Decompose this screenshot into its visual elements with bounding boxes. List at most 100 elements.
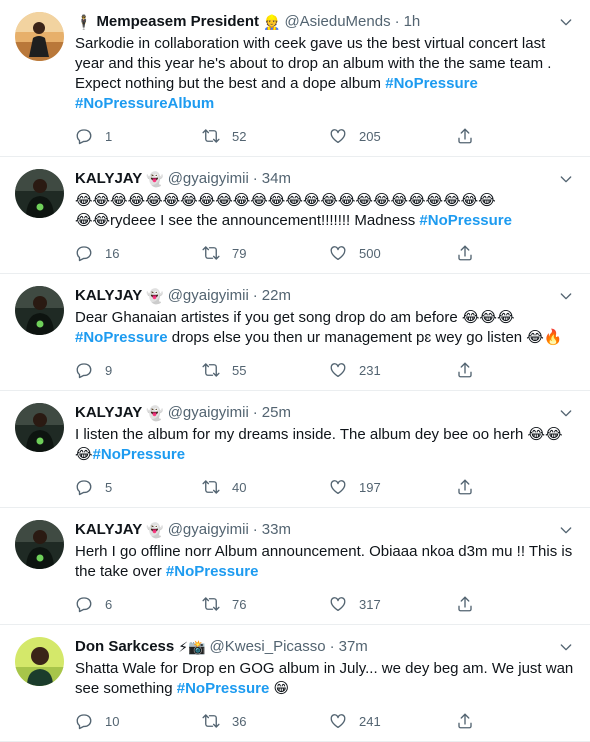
display-name[interactable]: KALYJAY xyxy=(75,520,142,540)
tweet-tail: 😁 xyxy=(269,680,290,697)
like-button[interactable]: 500 xyxy=(329,244,456,262)
reply-button[interactable]: 1 xyxy=(75,127,202,145)
display-name[interactable]: Don Sarkcess xyxy=(75,637,174,657)
display-name[interactable]: KALYJAY xyxy=(75,286,142,306)
user-handle[interactable]: @gyaigyimii xyxy=(168,169,249,189)
timestamp[interactable]: 25m xyxy=(262,403,291,423)
like-count: 197 xyxy=(359,479,381,495)
like-count: 231 xyxy=(359,362,381,378)
name-emoji: ⚡📸 xyxy=(178,639,206,655)
hashtag-link[interactable]: #NoPressure xyxy=(93,446,186,463)
share-icon xyxy=(456,478,474,496)
heart-icon xyxy=(329,712,347,730)
like-button[interactable]: 205 xyxy=(329,127,456,145)
chevron-down-icon[interactable] xyxy=(556,14,576,30)
share-button[interactable] xyxy=(456,361,474,379)
share-button[interactable] xyxy=(456,127,474,145)
tweet[interactable]: Don Sarkcess ⚡📸 @Kwesi_Picasso · 37m Sha… xyxy=(0,625,590,742)
tweet-body: Shatta Wale for Drop en GOG album in Jul… xyxy=(75,660,578,697)
retweet-button[interactable]: 52 xyxy=(202,127,329,145)
tweet-actions: 5 40 197 xyxy=(75,467,574,507)
avatar[interactable] xyxy=(15,169,64,218)
like-button[interactable]: 197 xyxy=(329,478,456,496)
retweet-button[interactable]: 79 xyxy=(202,244,329,262)
avatar[interactable] xyxy=(15,520,64,569)
share-button[interactable] xyxy=(456,595,474,613)
share-icon xyxy=(456,361,474,379)
share-button[interactable] xyxy=(456,712,474,730)
avatar[interactable] xyxy=(15,637,64,686)
share-button[interactable] xyxy=(456,244,474,262)
reply-button[interactable]: 10 xyxy=(75,712,202,730)
reply-icon xyxy=(75,595,93,613)
retweet-button[interactable]: 36 xyxy=(202,712,329,730)
like-count: 205 xyxy=(359,128,381,144)
reply-icon xyxy=(75,244,93,262)
chevron-down-icon[interactable] xyxy=(556,405,576,421)
tweet[interactable]: KALYJAY 👻 @gyaigyimii · 34m 😂😂😂😂😂😂😂😂😂😂😂😂… xyxy=(0,157,590,274)
retweet-button[interactable]: 76 xyxy=(202,595,329,613)
hashtag-link[interactable]: #NoPressure xyxy=(75,329,168,346)
timestamp[interactable]: 37m xyxy=(339,637,368,657)
hashtag-link[interactable]: #NoPressure xyxy=(177,680,270,697)
hashtag-link[interactable]: #NoPressure xyxy=(385,75,478,92)
separator: · xyxy=(329,638,335,655)
display-name[interactable]: Mempeasem President xyxy=(96,12,259,32)
tweet-body: Dear Ghanaian artistes if you get song d… xyxy=(75,309,515,326)
avatar[interactable] xyxy=(15,403,64,452)
tweet[interactable]: KALYJAY 👻 @gyaigyimii · 22m Dear Ghanaia… xyxy=(0,274,590,391)
heart-icon xyxy=(329,595,347,613)
tweet[interactable]: KALYJAY 👻 @gyaigyimii · 33m Herh I go of… xyxy=(0,508,590,625)
user-handle[interactable]: @gyaigyimii xyxy=(168,403,249,423)
user-handle[interactable]: @AsieduMends xyxy=(284,12,390,32)
reply-button[interactable]: 9 xyxy=(75,361,202,379)
timestamp[interactable]: 34m xyxy=(262,169,291,189)
reply-button[interactable]: 5 xyxy=(75,478,202,496)
tweet-actions: 1 52 205 xyxy=(75,116,574,156)
user-handle[interactable]: @Kwesi_Picasso xyxy=(210,637,326,657)
separator: · xyxy=(394,13,400,30)
tweet-feed: 🕴 Mempeasem President 👷 @AsieduMends · 1… xyxy=(0,0,590,742)
retweet-count: 36 xyxy=(232,713,247,729)
like-button[interactable]: 317 xyxy=(329,595,456,613)
reply-icon xyxy=(75,712,93,730)
display-name[interactable]: KALYJAY xyxy=(75,403,142,423)
like-count: 317 xyxy=(359,596,381,612)
retweet-button[interactable]: 55 xyxy=(202,361,329,379)
chevron-down-icon[interactable] xyxy=(556,288,576,304)
like-button[interactable]: 241 xyxy=(329,712,456,730)
retweet-button[interactable]: 40 xyxy=(202,478,329,496)
user-handle[interactable]: @gyaigyimii xyxy=(168,520,249,540)
tweet-body: Sarkodie in collaboration with ceek gave… xyxy=(75,35,556,92)
name-emoji: 👷 xyxy=(263,14,281,30)
tweet-header: KALYJAY 👻 @gyaigyimii · 25m xyxy=(75,403,574,423)
name-emoji: 👻 xyxy=(146,522,164,538)
chevron-down-icon[interactable] xyxy=(556,171,576,187)
share-button[interactable] xyxy=(456,478,474,496)
timestamp[interactable]: 33m xyxy=(262,520,291,540)
display-name[interactable]: KALYJAY xyxy=(75,169,142,189)
reply-button[interactable]: 16 xyxy=(75,244,202,262)
tweet[interactable]: 🕴 Mempeasem President 👷 @AsieduMends · 1… xyxy=(0,0,590,157)
like-button[interactable]: 231 xyxy=(329,361,456,379)
hashtag-link[interactable]: #NoPressure xyxy=(166,563,259,580)
tweet-header: KALYJAY 👻 @gyaigyimii · 22m xyxy=(75,286,574,306)
reply-button[interactable]: 6 xyxy=(75,595,202,613)
retweet-count: 52 xyxy=(232,128,247,144)
timestamp[interactable]: 1h xyxy=(404,12,421,32)
user-handle[interactable]: @gyaigyimii xyxy=(168,286,249,306)
timestamp[interactable]: 22m xyxy=(262,286,291,306)
tweet-header: KALYJAY 👻 @gyaigyimii · 34m xyxy=(75,169,574,189)
tweet-body: Herh I go offline norr Album announcemen… xyxy=(75,543,577,580)
reply-count: 10 xyxy=(105,713,120,729)
avatar[interactable] xyxy=(15,12,64,61)
tweet[interactable]: KALYJAY 👻 @gyaigyimii · 25m I listen the… xyxy=(0,391,590,508)
separator: · xyxy=(252,521,258,538)
avatar[interactable] xyxy=(15,286,64,335)
chevron-down-icon[interactable] xyxy=(556,522,576,538)
tweet-header: Don Sarkcess ⚡📸 @Kwesi_Picasso · 37m xyxy=(75,637,574,657)
chevron-down-icon[interactable] xyxy=(556,639,576,655)
share-icon xyxy=(456,712,474,730)
tweet-actions: 10 36 241 xyxy=(75,701,574,741)
hashtag-link[interactable]: #NoPressure xyxy=(419,212,512,229)
